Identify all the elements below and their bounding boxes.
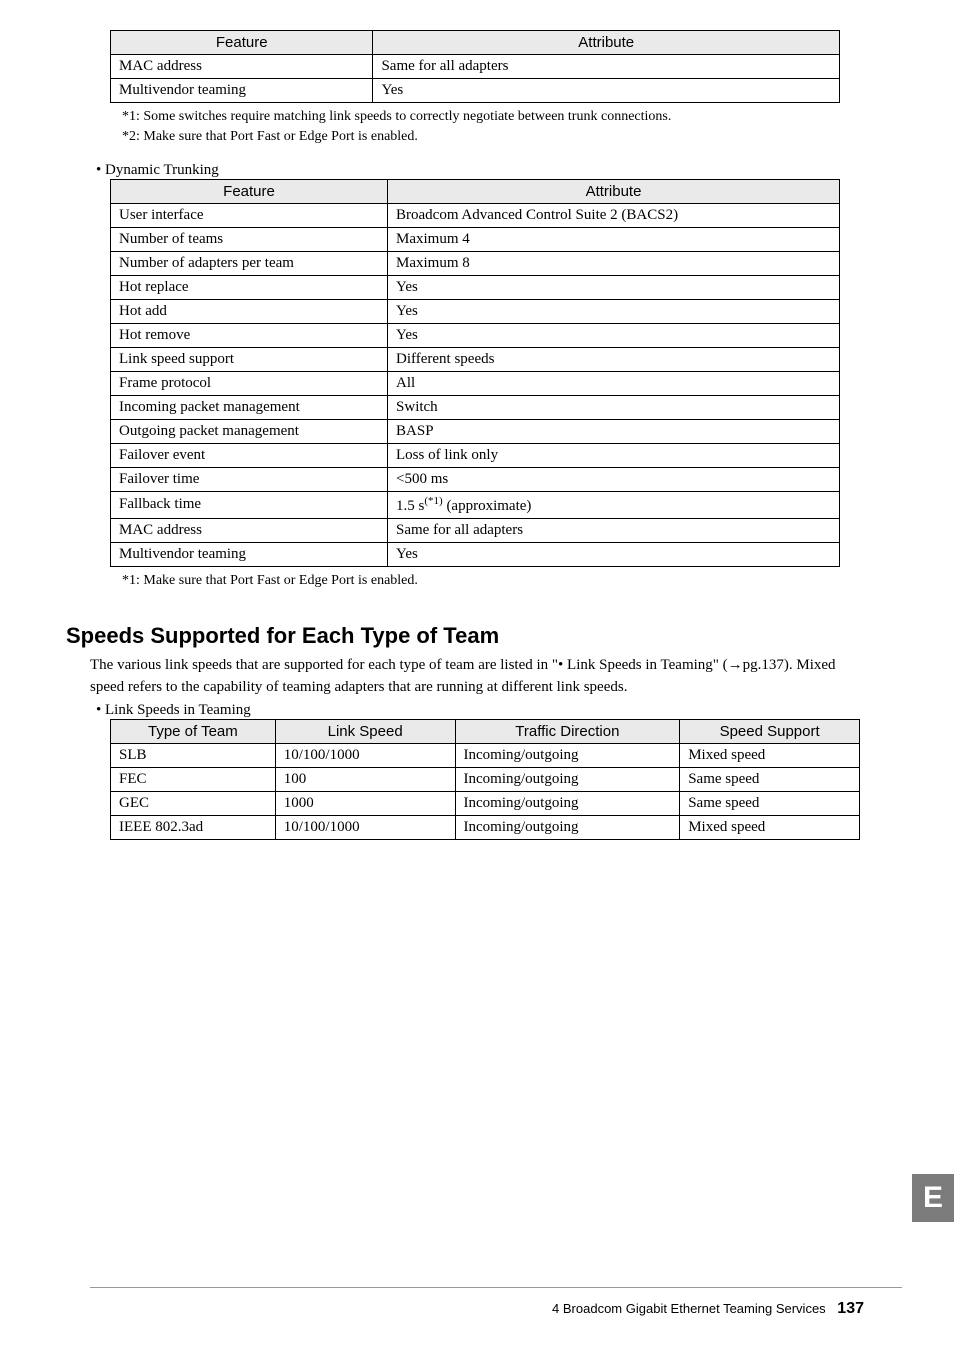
cell: Yes <box>373 79 840 103</box>
table-row: User interfaceBroadcom Advanced Control … <box>111 203 840 227</box>
cell: Number of adapters per team <box>111 251 388 275</box>
table-row: Number of adapters per teamMaximum 8 <box>111 251 840 275</box>
table-row: MAC address Same for all adapters <box>111 55 840 79</box>
cell: Yes <box>388 542 840 566</box>
cell: FEC <box>111 768 276 792</box>
table-feature-attribute-1: Feature Attribute MAC address Same for a… <box>110 30 840 103</box>
cell-fallback-time: 1.5 s(*1) (approximate) <box>388 491 840 518</box>
table-row: Failover eventLoss of link only <box>111 443 840 467</box>
cell: User interface <box>111 203 388 227</box>
cell: Different speeds <box>388 347 840 371</box>
table-row: MAC addressSame for all adapters <box>111 518 840 542</box>
cell: BASP <box>388 419 840 443</box>
cell: MAC address <box>111 518 388 542</box>
table-row: Frame protocolAll <box>111 371 840 395</box>
note: *1: Make sure that Port Fast or Edge Por… <box>122 571 864 591</box>
table-row: Hot replaceYes <box>111 275 840 299</box>
cell: Loss of link only <box>388 443 840 467</box>
cell: IEEE 802.3ad <box>111 816 276 840</box>
cell: Incoming/outgoing <box>455 768 680 792</box>
table-row: FEC 100 Incoming/outgoing Same speed <box>111 768 860 792</box>
cell: All <box>388 371 840 395</box>
table-row: SLB 10/100/1000 Incoming/outgoing Mixed … <box>111 744 860 768</box>
table-feature-attribute-2: Feature Attribute User interfaceBroadcom… <box>110 179 840 567</box>
cell: Hot replace <box>111 275 388 299</box>
col-header: Attribute <box>388 179 840 203</box>
table-row: Outgoing packet managementBASP <box>111 419 840 443</box>
table-row: Incoming packet managementSwitch <box>111 395 840 419</box>
cell: Link speed support <box>111 347 388 371</box>
table-link-speeds: Type of Team Link Speed Traffic Directio… <box>110 719 860 840</box>
col-header: Attribute <box>373 31 840 55</box>
footer-text: 4 Broadcom Gigabit Ethernet Teaming Serv… <box>552 1301 826 1316</box>
table2-note: *1: Make sure that Port Fast or Edge Por… <box>122 571 864 591</box>
cell: Same speed <box>680 792 860 816</box>
cell: Yes <box>388 299 840 323</box>
cell: Hot remove <box>111 323 388 347</box>
col-header: Type of Team <box>111 720 276 744</box>
page-number: 137 <box>837 1300 864 1317</box>
table-row: Hot addYes <box>111 299 840 323</box>
bullet-dynamic-trunking: • Dynamic Trunking <box>96 162 864 179</box>
cell: Incoming/outgoing <box>455 816 680 840</box>
cell: Failover event <box>111 443 388 467</box>
cell: Maximum 4 <box>388 227 840 251</box>
note: *1: Some switches require matching link … <box>122 107 864 127</box>
cell: Incoming/outgoing <box>455 744 680 768</box>
col-header: Traffic Direction <box>455 720 680 744</box>
cell: 10/100/1000 <box>275 816 455 840</box>
cell: Same for all adapters <box>388 518 840 542</box>
cell: 10/100/1000 <box>275 744 455 768</box>
cell: Maximum 8 <box>388 251 840 275</box>
table-row: Multivendor teaming Yes <box>111 79 840 103</box>
section-body: The various link speeds that are support… <box>90 655 864 699</box>
col-header: Feature <box>111 179 388 203</box>
cell: Number of teams <box>111 227 388 251</box>
table-row: Multivendor teamingYes <box>111 542 840 566</box>
table1-notes: *1: Some switches require matching link … <box>122 107 864 148</box>
side-tab: E <box>912 1174 954 1222</box>
cell: Yes <box>388 275 840 299</box>
cell: 100 <box>275 768 455 792</box>
footer: 4 Broadcom Gigabit Ethernet Teaming Serv… <box>552 1300 864 1318</box>
cell: Broadcom Advanced Control Suite 2 (BACS2… <box>388 203 840 227</box>
cell: <500 ms <box>388 467 840 491</box>
table-row: Hot removeYes <box>111 323 840 347</box>
cell: 1000 <box>275 792 455 816</box>
cell: Yes <box>388 323 840 347</box>
cell: Incoming/outgoing <box>455 792 680 816</box>
col-header: Link Speed <box>275 720 455 744</box>
cell: Same speed <box>680 768 860 792</box>
cell: SLB <box>111 744 276 768</box>
cell: Multivendor teaming <box>111 542 388 566</box>
cell: Same for all adapters <box>373 55 840 79</box>
table-row: Fallback time1.5 s(*1) (approximate) <box>111 491 840 518</box>
cell: Hot add <box>111 299 388 323</box>
table-row: Link speed supportDifferent speeds <box>111 347 840 371</box>
cell: GEC <box>111 792 276 816</box>
table-row: Number of teamsMaximum 4 <box>111 227 840 251</box>
bullet-link-speeds: • Link Speeds in Teaming <box>96 702 864 719</box>
table-row: IEEE 802.3ad 10/100/1000 Incoming/outgoi… <box>111 816 860 840</box>
cell: MAC address <box>111 55 373 79</box>
section-title: Speeds Supported for Each Type of Team <box>66 623 864 649</box>
cell: Incoming packet management <box>111 395 388 419</box>
cell: Switch <box>388 395 840 419</box>
col-header: Feature <box>111 31 373 55</box>
cell: Multivendor teaming <box>111 79 373 103</box>
col-header: Speed Support <box>680 720 860 744</box>
cell: Mixed speed <box>680 744 860 768</box>
cell: Fallback time <box>111 491 388 518</box>
footer-rule <box>90 1287 902 1288</box>
cell: Mixed speed <box>680 816 860 840</box>
table-row: Failover time<500 ms <box>111 467 840 491</box>
cell: Outgoing packet management <box>111 419 388 443</box>
table-row: GEC 1000 Incoming/outgoing Same speed <box>111 792 860 816</box>
cell: Failover time <box>111 467 388 491</box>
cell: Frame protocol <box>111 371 388 395</box>
note: *2: Make sure that Port Fast or Edge Por… <box>122 127 864 147</box>
